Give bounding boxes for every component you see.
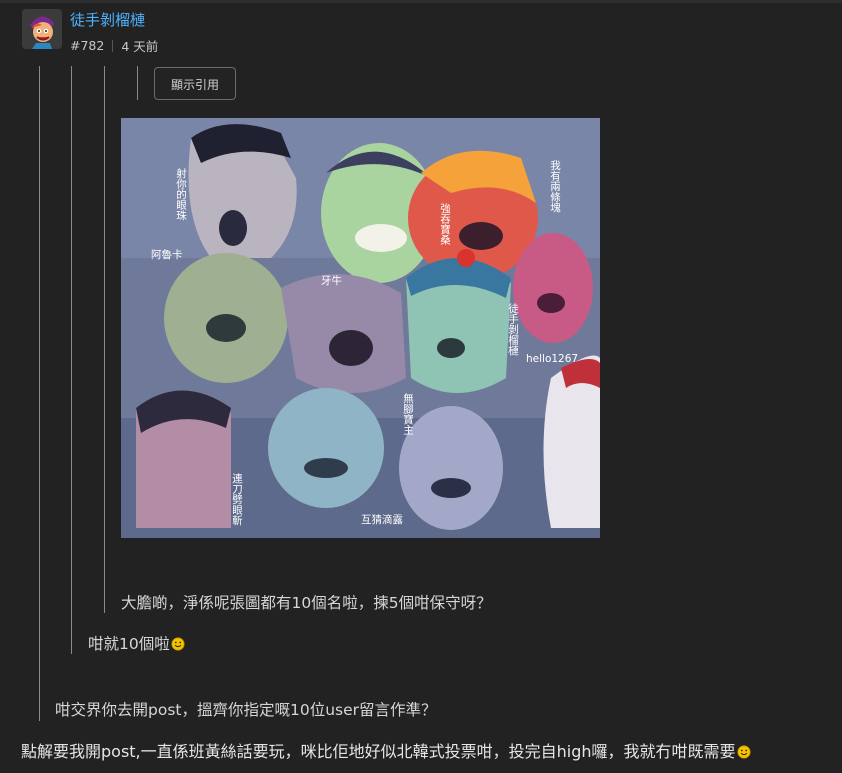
top-divider [0, 0, 842, 3]
face-bottom-center [268, 388, 384, 508]
face-edge-right [543, 355, 600, 528]
meme-illustration[interactable]: 射你的眼珠 阿魯卡 牙牛 強吞寶桑 我有兩條塊 徒手剝榴槤 hello1267 … [121, 118, 600, 538]
label-left: 阿魯卡 [151, 248, 183, 261]
quote-line-level2 [71, 66, 72, 654]
face-pink-right [513, 233, 593, 343]
quote-line-level3 [104, 66, 105, 613]
face-teal-cap [406, 249, 511, 393]
quote-text-level3: 大膽啲，淨係呢張圖都有10個名啦，揀5個咁保守呀？ [121, 594, 492, 612]
smiley-icon [736, 745, 751, 759]
label-bottom-center: 互猜滴露 [361, 513, 403, 526]
post-meta: #782 4 天前 [70, 36, 158, 55]
reply-text: 點解要我開post,一直係班黃絲話要玩，咪比佢地好似北韓式投票咁，投完自high… [21, 742, 736, 761]
face-bottom-left [136, 390, 231, 528]
quote-line-level1 [39, 66, 40, 721]
reply-body: 點解要我開post,一直係班黃絲話要玩，咪比佢地好似北韓式投票咁，投完自high… [21, 738, 751, 762]
show-quote-button[interactable]: 顯示引用 [154, 67, 236, 100]
quote-text-level2: 咁就10個啦 [88, 632, 185, 654]
quote-line-level4 [137, 66, 138, 100]
label-middle: 無腳寶主 [402, 392, 414, 435]
cartoon-avatar-icon [22, 9, 62, 49]
label-top-left: 射你的眼珠 [175, 167, 187, 221]
face-center [281, 274, 406, 393]
user-avatar[interactable] [22, 9, 62, 49]
label-bottom-left: 連刀劈眼斬 [231, 472, 243, 526]
face-left-middle [164, 253, 288, 383]
quote-text-level2-label: 咁就10個啦 [88, 635, 170, 653]
label-hello: hello1267 [526, 353, 578, 365]
label-right: 徒手剝榴槤 [507, 302, 519, 356]
face-bottom-right [399, 406, 503, 530]
username-link[interactable]: 徒手剝榴槤 [70, 9, 145, 30]
smiley-icon [171, 637, 185, 651]
meta-divider [112, 39, 114, 52]
face-top-left [188, 124, 297, 258]
label-red-face: 強吞寶桑 [439, 202, 451, 246]
post-number[interactable]: #782 [70, 38, 104, 53]
post-time: 4 天前 [121, 39, 159, 54]
quote-text-level1: 咁交界你去開post，搵齊你指定嘅10位user留言作準？ [55, 701, 437, 719]
label-center: 牙牛 [321, 274, 342, 287]
label-top-right: 我有兩條塊 [549, 160, 561, 213]
